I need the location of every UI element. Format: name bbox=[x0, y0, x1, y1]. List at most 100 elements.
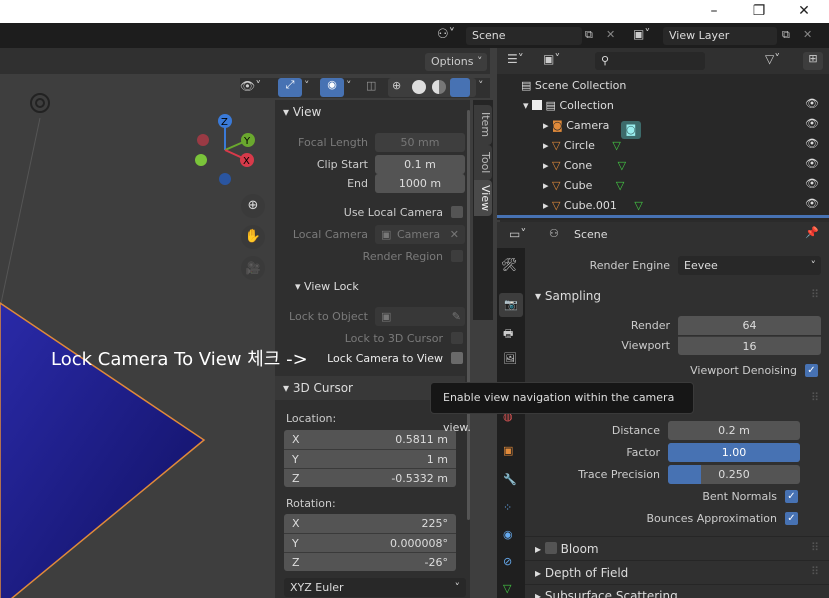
rotation-x-field[interactable]: X 225° bbox=[284, 514, 456, 533]
clip-end-field[interactable]: 1000 m bbox=[375, 174, 465, 193]
display-mode-icon[interactable]: ☰˅ bbox=[507, 52, 524, 66]
scene-name-field[interactable]: Scene bbox=[466, 27, 582, 45]
use-local-camera-checkbox[interactable] bbox=[451, 206, 463, 218]
drag-handle-icon[interactable]: ⠿ bbox=[811, 565, 819, 578]
output-tab-icon[interactable]: 🖶 bbox=[503, 325, 513, 344]
view-layer-tab-icon[interactable]: 🖼 bbox=[503, 352, 517, 365]
xray-icon[interactable]: ◫ bbox=[366, 79, 376, 92]
mesh-data-icon[interactable]: ▽ bbox=[612, 139, 620, 152]
clear-camera-icon[interactable]: ✕ bbox=[450, 225, 459, 244]
scene-collection-row[interactable]: ▤ Scene Collection bbox=[521, 76, 626, 96]
render-engine-dropdown[interactable]: Eevee ˅ bbox=[678, 256, 821, 275]
clip-start-field[interactable]: 0.1 m bbox=[375, 155, 465, 174]
eye-icon[interactable]: 👁 bbox=[805, 197, 819, 210]
expand-arrow-icon[interactable]: ▸ bbox=[543, 119, 549, 132]
navigation-gizmo[interactable]: Z Y X bbox=[190, 110, 265, 190]
outliner-item-cube[interactable]: ▸ ▽ Cube ▽ bbox=[543, 176, 624, 196]
constraints-tab-icon[interactable]: ⊘ bbox=[503, 555, 512, 568]
light-object[interactable] bbox=[30, 93, 50, 113]
ao-factor-slider[interactable]: 1.00 bbox=[668, 443, 800, 462]
outliner-item-circle[interactable]: ▸ ▽ Circle ▽ bbox=[543, 136, 621, 156]
view-layer-field[interactable]: View Layer bbox=[663, 27, 777, 45]
drag-handle-icon[interactable]: ⠿ bbox=[811, 391, 819, 404]
tab-item[interactable]: Item bbox=[474, 105, 492, 145]
lock-to-object-field[interactable]: ▣ ✎ bbox=[375, 307, 465, 326]
sampling-section-header[interactable]: ▾ Sampling bbox=[535, 289, 601, 303]
shading-dropdown-icon[interactable]: ˅ bbox=[478, 79, 484, 92]
location-y-field[interactable]: Y1 m bbox=[284, 449, 456, 468]
ao-distance-field[interactable]: 0.2 m bbox=[668, 421, 800, 440]
modifier-tab-icon[interactable]: 🔧 bbox=[503, 473, 517, 486]
zoom-icon[interactable]: ⊕ bbox=[241, 194, 265, 218]
view-lock-section-header[interactable]: ▾ View Lock bbox=[295, 280, 359, 293]
bloom-checkbox[interactable] bbox=[544, 542, 557, 554]
filter-view-icon[interactable]: ▣˅ bbox=[543, 52, 560, 66]
maximize-button[interactable]: ❐ bbox=[737, 0, 781, 22]
duplicate-layer-icon[interactable]: ⧉ bbox=[782, 28, 798, 42]
view-layer-browse-icon[interactable]: ▣˅ bbox=[633, 27, 661, 45]
collection-row[interactable]: ▾ ▤ Collection bbox=[523, 96, 614, 116]
outliner-item-cube-001[interactable]: ▸ ▽ Cube.001 ▽ bbox=[543, 196, 643, 216]
trace-precision-slider[interactable]: 0.250 bbox=[668, 465, 800, 484]
collection-checkbox[interactable] bbox=[532, 100, 543, 110]
object-tab-icon[interactable]: ▣ bbox=[503, 444, 513, 457]
material-shading-icon[interactable] bbox=[432, 80, 446, 94]
eye-icon[interactable]: 👁 bbox=[805, 97, 819, 110]
expand-arrow-icon[interactable]: ▸ bbox=[543, 159, 549, 172]
camera-data-icon[interactable]: ◙ bbox=[620, 121, 641, 139]
data-tab-icon[interactable]: ▽ bbox=[503, 582, 511, 595]
subsurface-section-header[interactable]: ▸ Subsurface Scattering bbox=[535, 589, 678, 598]
rotation-z-field[interactable]: Z -26° bbox=[284, 552, 456, 571]
bloom-section-header[interactable]: ▸ Bloom bbox=[535, 542, 599, 556]
outliner-item-camera[interactable]: ▸ ◙ Camera ◙ bbox=[543, 116, 641, 139]
gizmo-toggle-icon[interactable]: ⤢ bbox=[278, 78, 302, 97]
panel-scrollbar[interactable] bbox=[467, 110, 470, 520]
render-samples-field[interactable]: 64 bbox=[678, 316, 821, 335]
bounces-approx-checkbox[interactable]: ✓ bbox=[785, 512, 798, 525]
expand-arrow-icon[interactable]: ▸ bbox=[543, 179, 549, 192]
visibility-icon[interactable]: 👁˅ bbox=[240, 79, 261, 93]
lock-camera-to-view-checkbox[interactable] bbox=[451, 352, 463, 364]
expand-arrow-icon[interactable]: ▾ bbox=[523, 99, 529, 112]
overlay-dropdown-icon[interactable]: ˅ bbox=[346, 79, 352, 92]
eye-icon[interactable]: 👁 bbox=[805, 137, 819, 150]
viewport-denoising-checkbox[interactable]: ✓ bbox=[805, 364, 818, 377]
viewport-samples-field[interactable]: 16 bbox=[678, 336, 821, 355]
rotation-y-field[interactable]: Y 0.000008° bbox=[284, 533, 456, 552]
depth-of-field-section-header[interactable]: ▸ Depth of Field bbox=[535, 566, 628, 580]
particles-tab-icon[interactable]: ⁘ bbox=[503, 501, 512, 514]
render-region-checkbox[interactable] bbox=[451, 250, 463, 262]
view-section-header[interactable]: ▾ View bbox=[283, 105, 321, 119]
eye-icon[interactable]: 👁 bbox=[805, 157, 819, 170]
bent-normals-checkbox[interactable]: ✓ bbox=[785, 490, 798, 503]
duplicate-scene-icon[interactable]: ⧉ bbox=[585, 28, 601, 42]
outliner-item-cone[interactable]: ▸ ▽ Cone ▽ bbox=[543, 156, 626, 176]
editor-type-icon[interactable]: ▭˅ bbox=[509, 227, 526, 241]
new-collection-icon[interactable]: ⊞ bbox=[803, 52, 823, 70]
location-z-field[interactable]: Z -0.5332 m bbox=[284, 468, 456, 487]
drag-handle-icon[interactable]: ⠿ bbox=[811, 541, 819, 554]
drag-handle-icon[interactable]: ⠿ bbox=[811, 288, 819, 301]
eye-icon[interactable]: 👁 bbox=[805, 177, 819, 190]
location-x-field[interactable]: X 0.5811 m bbox=[284, 430, 456, 449]
overlay-toggle-icon[interactable]: ◉ bbox=[320, 78, 344, 97]
minimize-button[interactable]: – bbox=[692, 0, 736, 22]
delete-scene-icon[interactable]: ✕ bbox=[606, 28, 620, 41]
camera-view-icon[interactable]: 🎥 bbox=[241, 256, 265, 280]
pan-hand-icon[interactable]: ✋ bbox=[241, 225, 265, 249]
eyedropper-icon[interactable]: ✎ bbox=[452, 307, 461, 326]
eye-icon[interactable]: 👁 bbox=[805, 117, 819, 130]
render-tab-icon[interactable]: 📷 bbox=[499, 293, 523, 317]
expand-arrow-icon[interactable]: ▸ bbox=[543, 139, 549, 152]
tool-tab-icon[interactable]: 🛠 bbox=[501, 258, 518, 273]
rendered-shading-icon[interactable] bbox=[450, 78, 470, 97]
rotation-mode-dropdown[interactable]: XYZ Euler ˅ bbox=[284, 578, 466, 597]
focal-length-field[interactable]: 50 mm bbox=[375, 133, 465, 152]
mesh-data-icon[interactable]: ▽ bbox=[616, 179, 624, 192]
tab-view[interactable]: View bbox=[474, 180, 492, 216]
tab-tool[interactable]: Tool bbox=[474, 145, 492, 180]
mesh-data-icon[interactable]: ▽ bbox=[618, 159, 626, 172]
outliner-search-field[interactable]: ⚲ bbox=[595, 52, 705, 70]
pin-icon[interactable]: 📌 bbox=[805, 226, 819, 239]
delete-layer-icon[interactable]: ✕ bbox=[803, 28, 817, 41]
